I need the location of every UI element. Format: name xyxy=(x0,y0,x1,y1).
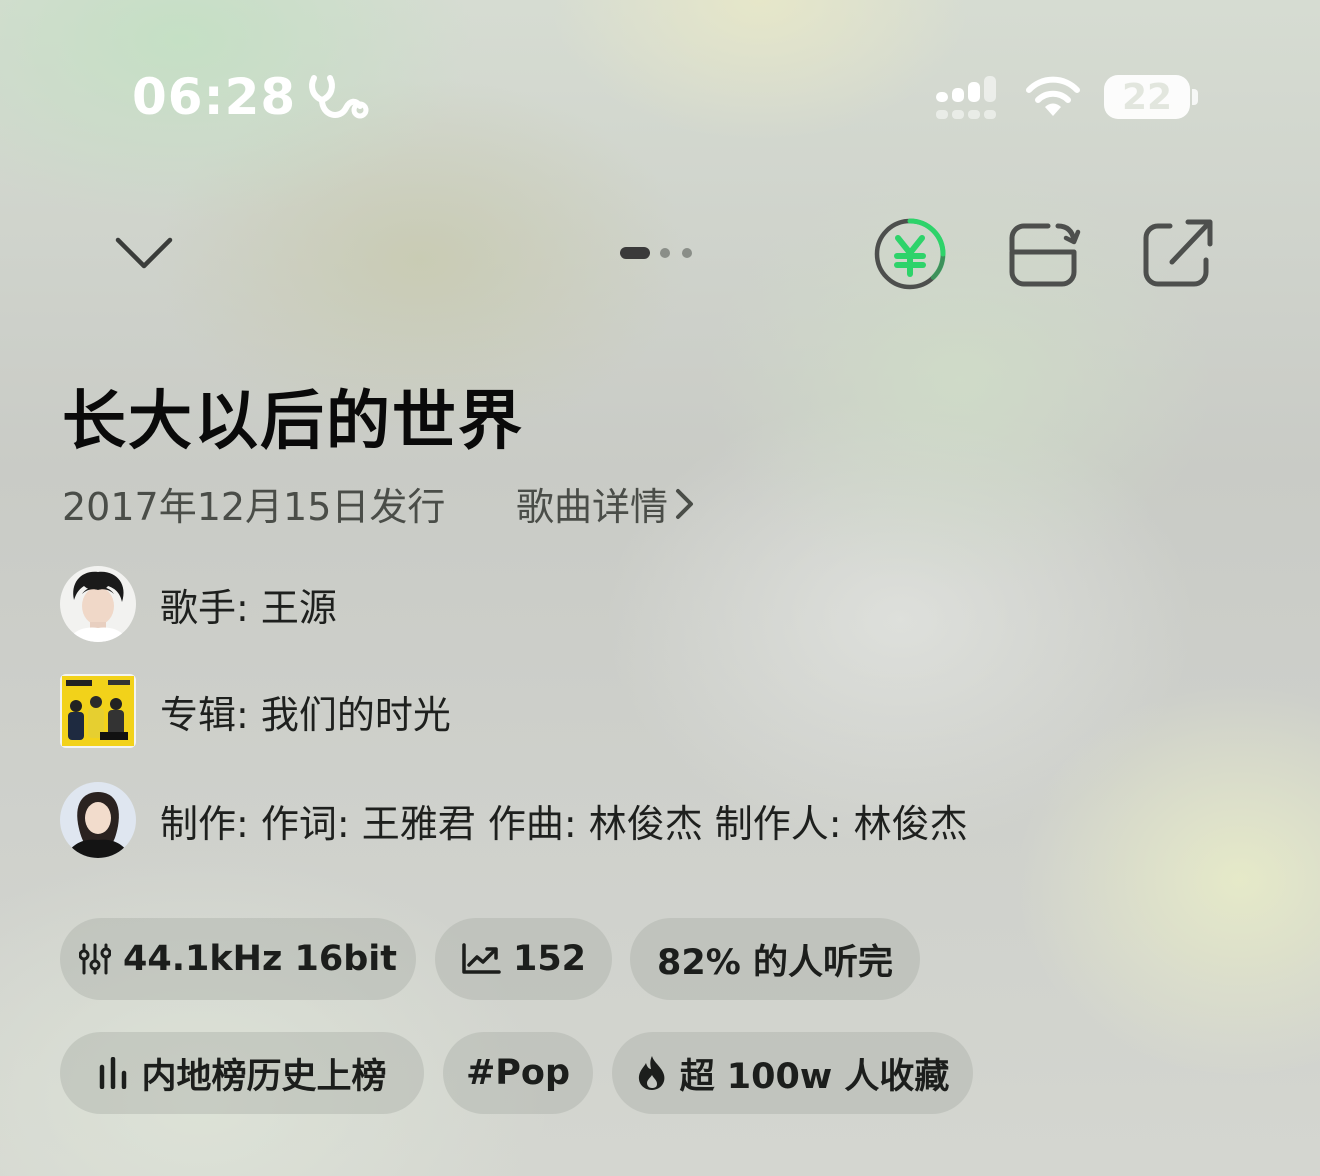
release-date: 2017年12月15日发行 xyxy=(62,485,446,529)
audio-quality-label[interactable]: 44.1kHz 16bit xyxy=(123,939,397,979)
share-icon[interactable] xyxy=(1140,216,1216,288)
album-text[interactable]: 专辑: 我们的时光 xyxy=(160,684,451,739)
song-title: 长大以后的世界 xyxy=(62,385,524,459)
song-detail-link[interactable]: 歌曲详情 xyxy=(516,476,696,531)
loop-icon[interactable] xyxy=(1004,218,1082,288)
page-indicator[interactable] xyxy=(620,247,702,261)
chart-history-label[interactable]: 内地榜历史上榜 xyxy=(141,1048,386,1099)
chevron-right-icon[interactable] xyxy=(674,487,696,521)
genre-chip[interactable]: #Pop xyxy=(443,1032,593,1114)
status-time: 06:28 xyxy=(132,68,297,126)
battery-indicator: 22 xyxy=(1104,75,1190,119)
page-dot-active[interactable] xyxy=(620,247,650,259)
battery-level: 22 xyxy=(1121,76,1173,118)
battery-nub xyxy=(1192,89,1198,105)
bar-chart-icon xyxy=(100,1057,127,1089)
singer-avatar[interactable] xyxy=(60,566,136,642)
chevron-down-icon[interactable] xyxy=(112,228,176,276)
singer-row[interactable]: 歌手: 王源 xyxy=(60,566,337,642)
page-dot[interactable] xyxy=(682,248,692,258)
equalizer-icon xyxy=(79,943,112,975)
favorites-chip[interactable]: 超 100w 人收藏 xyxy=(612,1032,973,1114)
wifi-icon xyxy=(1026,76,1080,116)
credits-row[interactable]: 制作: 作词: 王雅君 作曲: 林俊杰 制作人: 林俊杰 xyxy=(60,782,968,858)
favorites-label[interactable]: 超 100w 人收藏 xyxy=(680,1048,950,1099)
trend-up-icon xyxy=(462,943,501,974)
album-cover[interactable] xyxy=(60,674,136,748)
song-detail-label[interactable]: 歌曲详情 xyxy=(516,476,668,531)
trend-chip[interactable]: 152 xyxy=(435,918,612,1000)
album-row[interactable]: 专辑: 我们的时光 xyxy=(60,674,451,748)
page-dot[interactable] xyxy=(660,248,670,258)
signal-icon xyxy=(936,76,996,119)
flame-icon xyxy=(638,1056,664,1090)
completion-chip[interactable]: 82% 的人听完 xyxy=(630,918,920,1000)
completion-label[interactable]: 82% 的人听完 xyxy=(657,934,893,985)
stethoscope-icon xyxy=(309,75,369,119)
producer-avatar[interactable] xyxy=(60,782,136,858)
yuan-icon[interactable] xyxy=(870,216,952,292)
genre-label[interactable]: #Pop xyxy=(466,1053,570,1093)
chart-history-chip[interactable]: 内地榜历史上榜 xyxy=(60,1032,424,1114)
singer-text[interactable]: 歌手: 王源 xyxy=(160,577,337,632)
credits-text[interactable]: 制作: 作词: 王雅君 作曲: 林俊杰 制作人: 林俊杰 xyxy=(160,793,968,848)
audio-quality-chip[interactable]: 44.1kHz 16bit xyxy=(60,918,416,1000)
trend-label[interactable]: 152 xyxy=(513,939,586,979)
